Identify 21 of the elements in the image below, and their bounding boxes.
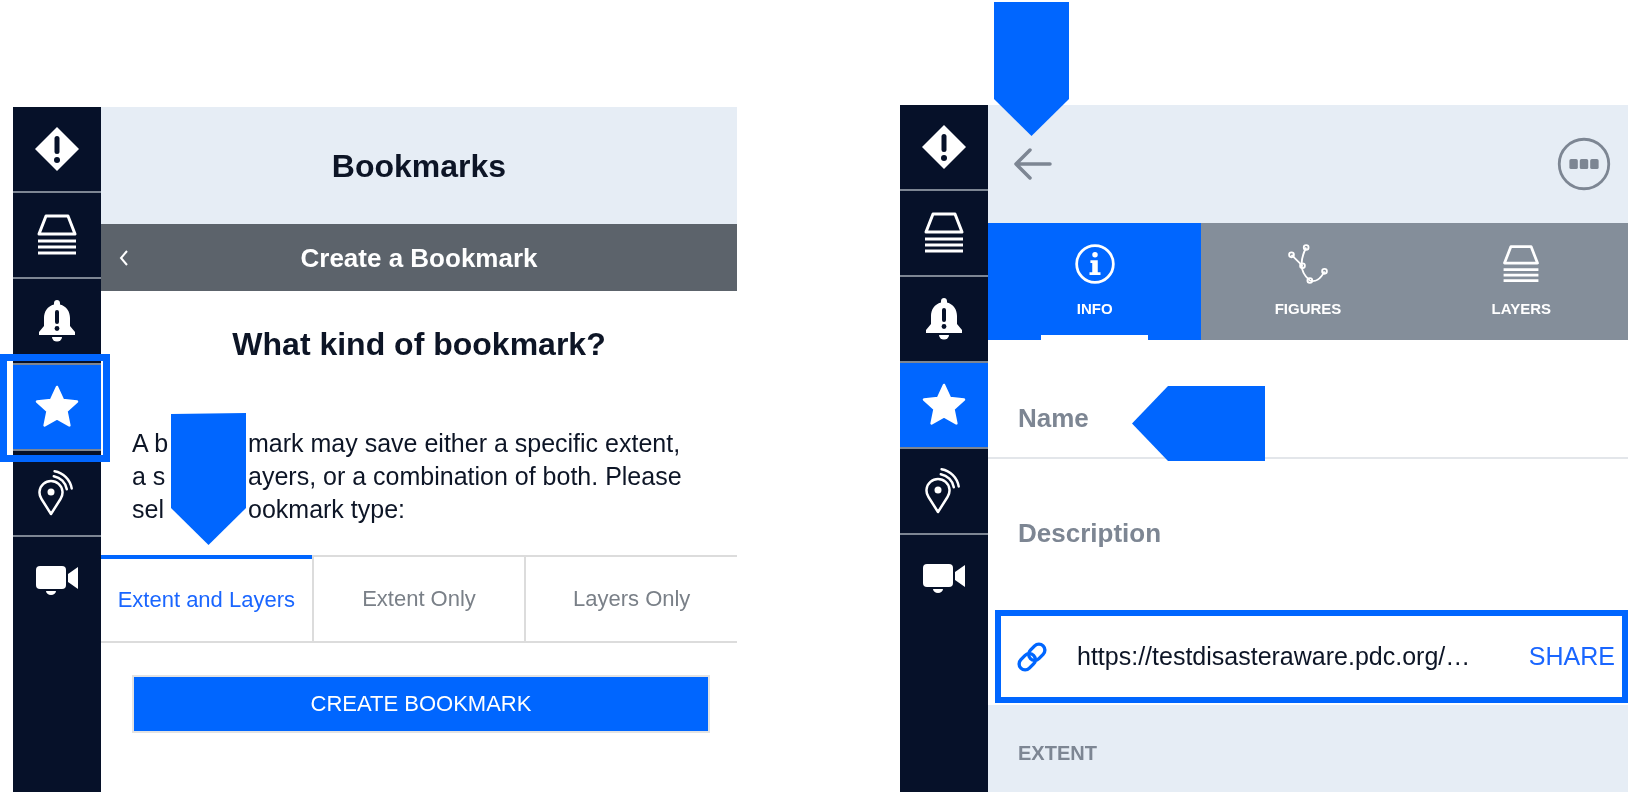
warning-icon (920, 123, 968, 171)
intro-text: sel (132, 493, 165, 524)
intro-text: ookmark type: (248, 493, 405, 524)
create-bookmark-button[interactable]: CREATE BOOKMARK (132, 675, 710, 733)
question-heading: What kind of bookmark? (232, 325, 606, 363)
more-options-icon[interactable] (1557, 137, 1611, 191)
intro-text: a s (132, 460, 167, 491)
url-text: https://testdisasteraware.pdc.org/… (1077, 642, 1471, 671)
share-button[interactable]: SHARE (1528, 642, 1615, 671)
subheader-title: Create a Bookmark (300, 242, 538, 273)
section-title: EXTENT (1018, 742, 1097, 764)
panel-tab[interactable]: FIGURES (1201, 223, 1415, 340)
info-icon (1072, 242, 1117, 286)
intro-text: ayers, or a combination of both. Please (248, 460, 682, 491)
panel-title: Bookmarks (331, 146, 507, 185)
intro-text: mark may save either a specific extent, (248, 427, 681, 458)
panel-tab[interactable]: LAYERS (1414, 223, 1628, 340)
bezier-curve-icon (1286, 242, 1330, 286)
intro-text: A b (132, 427, 170, 458)
warning-icon (33, 125, 81, 173)
panel-tab[interactable]: INFO (988, 223, 1202, 340)
